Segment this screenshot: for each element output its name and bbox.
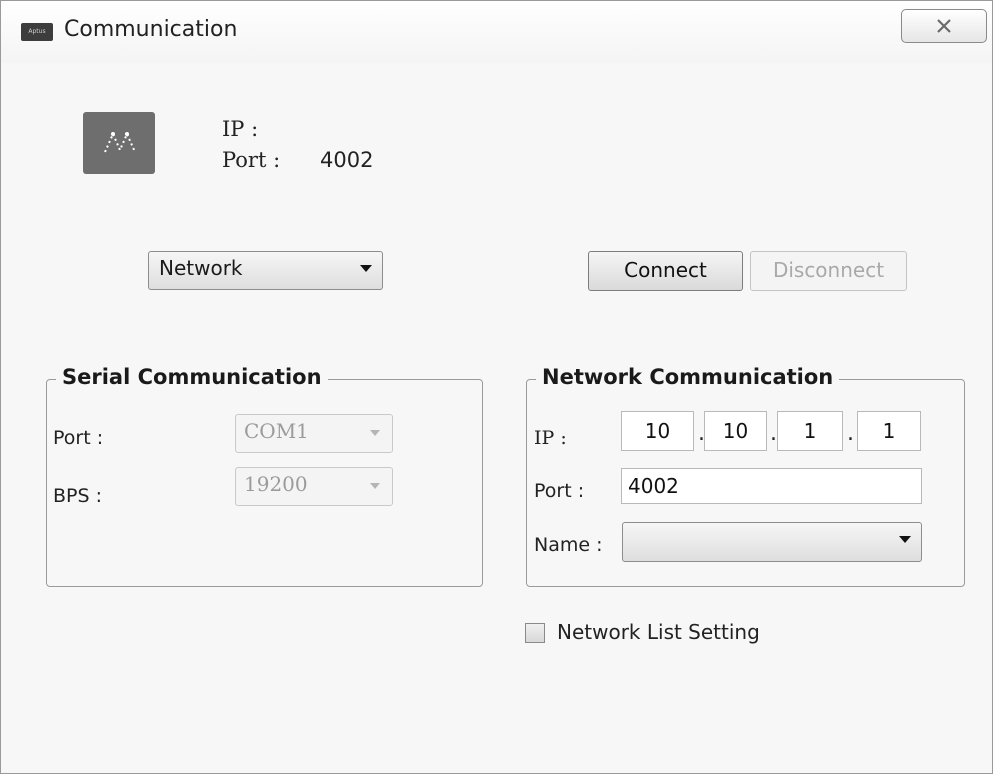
chevron-down-icon — [370, 430, 380, 436]
serial-bps-label: BPS : — [53, 485, 102, 507]
connection-mode-select[interactable]: Network — [148, 251, 383, 290]
serial-bps-value: 19200 — [244, 472, 308, 496]
logo-mark — [104, 131, 136, 153]
ip-octet-4[interactable]: 1 — [857, 411, 921, 451]
title-bar[interactable]: Aptus Communication — [1, 1, 992, 63]
connection-mode-value: Network — [159, 256, 243, 280]
ip-separator: . — [770, 421, 777, 446]
info-port-value: 4002 — [320, 148, 374, 172]
ip-separator: . — [847, 421, 854, 446]
ip-octet-2[interactable]: 10 — [704, 411, 767, 451]
info-port-label: Port : — [222, 148, 281, 172]
connect-button[interactable]: Connect — [588, 251, 743, 291]
info-ip-label: IP : — [222, 117, 259, 141]
network-port-input[interactable]: 4002 — [621, 468, 922, 504]
app-icon: Aptus — [21, 23, 53, 41]
network-name-label: Name : — [534, 534, 603, 556]
network-ip-label: IP : — [534, 427, 567, 449]
ip-octet-1[interactable]: 10 — [621, 411, 694, 451]
network-list-setting-checkbox[interactable] — [525, 623, 545, 643]
communication-window: Aptus Communication IP : Port : 4002 Net… — [0, 0, 993, 774]
chevron-down-icon — [899, 536, 911, 543]
serial-port-value: COM1 — [244, 419, 309, 443]
network-group-title: Network Communication — [536, 365, 840, 389]
disconnect-button[interactable]: Disconnect — [750, 251, 907, 291]
serial-bps-select[interactable]: 19200 — [235, 467, 393, 506]
serial-port-label: Port : — [53, 427, 104, 449]
serial-port-select[interactable]: COM1 — [235, 414, 393, 453]
network-name-select[interactable] — [622, 522, 922, 562]
ip-octet-3[interactable]: 1 — [777, 411, 843, 451]
chevron-down-icon — [360, 265, 372, 272]
close-x-icon — [937, 19, 951, 33]
window-title: Communication — [64, 17, 238, 42]
network-port-label: Port : — [534, 480, 585, 502]
close-button[interactable] — [901, 9, 987, 43]
chevron-down-icon — [370, 483, 380, 489]
device-logo-icon — [83, 112, 155, 174]
serial-group-title: Serial Communication — [56, 365, 328, 389]
network-list-setting-label[interactable]: Network List Setting — [557, 620, 760, 644]
